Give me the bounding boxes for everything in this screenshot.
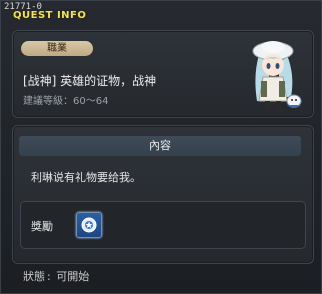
status-label: 狀態 bbox=[23, 270, 45, 283]
window-title: QUEST INFO bbox=[13, 10, 87, 21]
reward-item-icon[interactable] bbox=[76, 212, 102, 238]
content-text: 利琳说有礼物要给我。 bbox=[31, 171, 141, 184]
quest-summary-panel: 職業 [战神] 英雄的证物，战神 建議等級：60～64 bbox=[12, 30, 314, 118]
npc-portrait bbox=[252, 41, 302, 110]
quest-status: 狀態: 可開始 bbox=[23, 270, 90, 283]
reward-box: 獎勵 bbox=[20, 201, 306, 249]
quest-name: [战神] 英雄的证物，战神 bbox=[23, 74, 157, 88]
quest-content-panel: 內容 利琳说有礼物要给我。 獎勵 bbox=[12, 125, 314, 264]
content-header: 內容 bbox=[19, 136, 301, 156]
quest-info-window: 21771-0 QUEST INFO 職業 [战神] 英雄的证物，战神 建議等級… bbox=[0, 0, 322, 294]
job-badge: 職業 bbox=[21, 41, 93, 56]
status-value: 可開始 bbox=[56, 270, 90, 283]
reward-label: 獎勵 bbox=[31, 220, 53, 233]
recommended-level: 建議等級：60～64 bbox=[23, 96, 109, 107]
medal-icon bbox=[81, 217, 97, 233]
